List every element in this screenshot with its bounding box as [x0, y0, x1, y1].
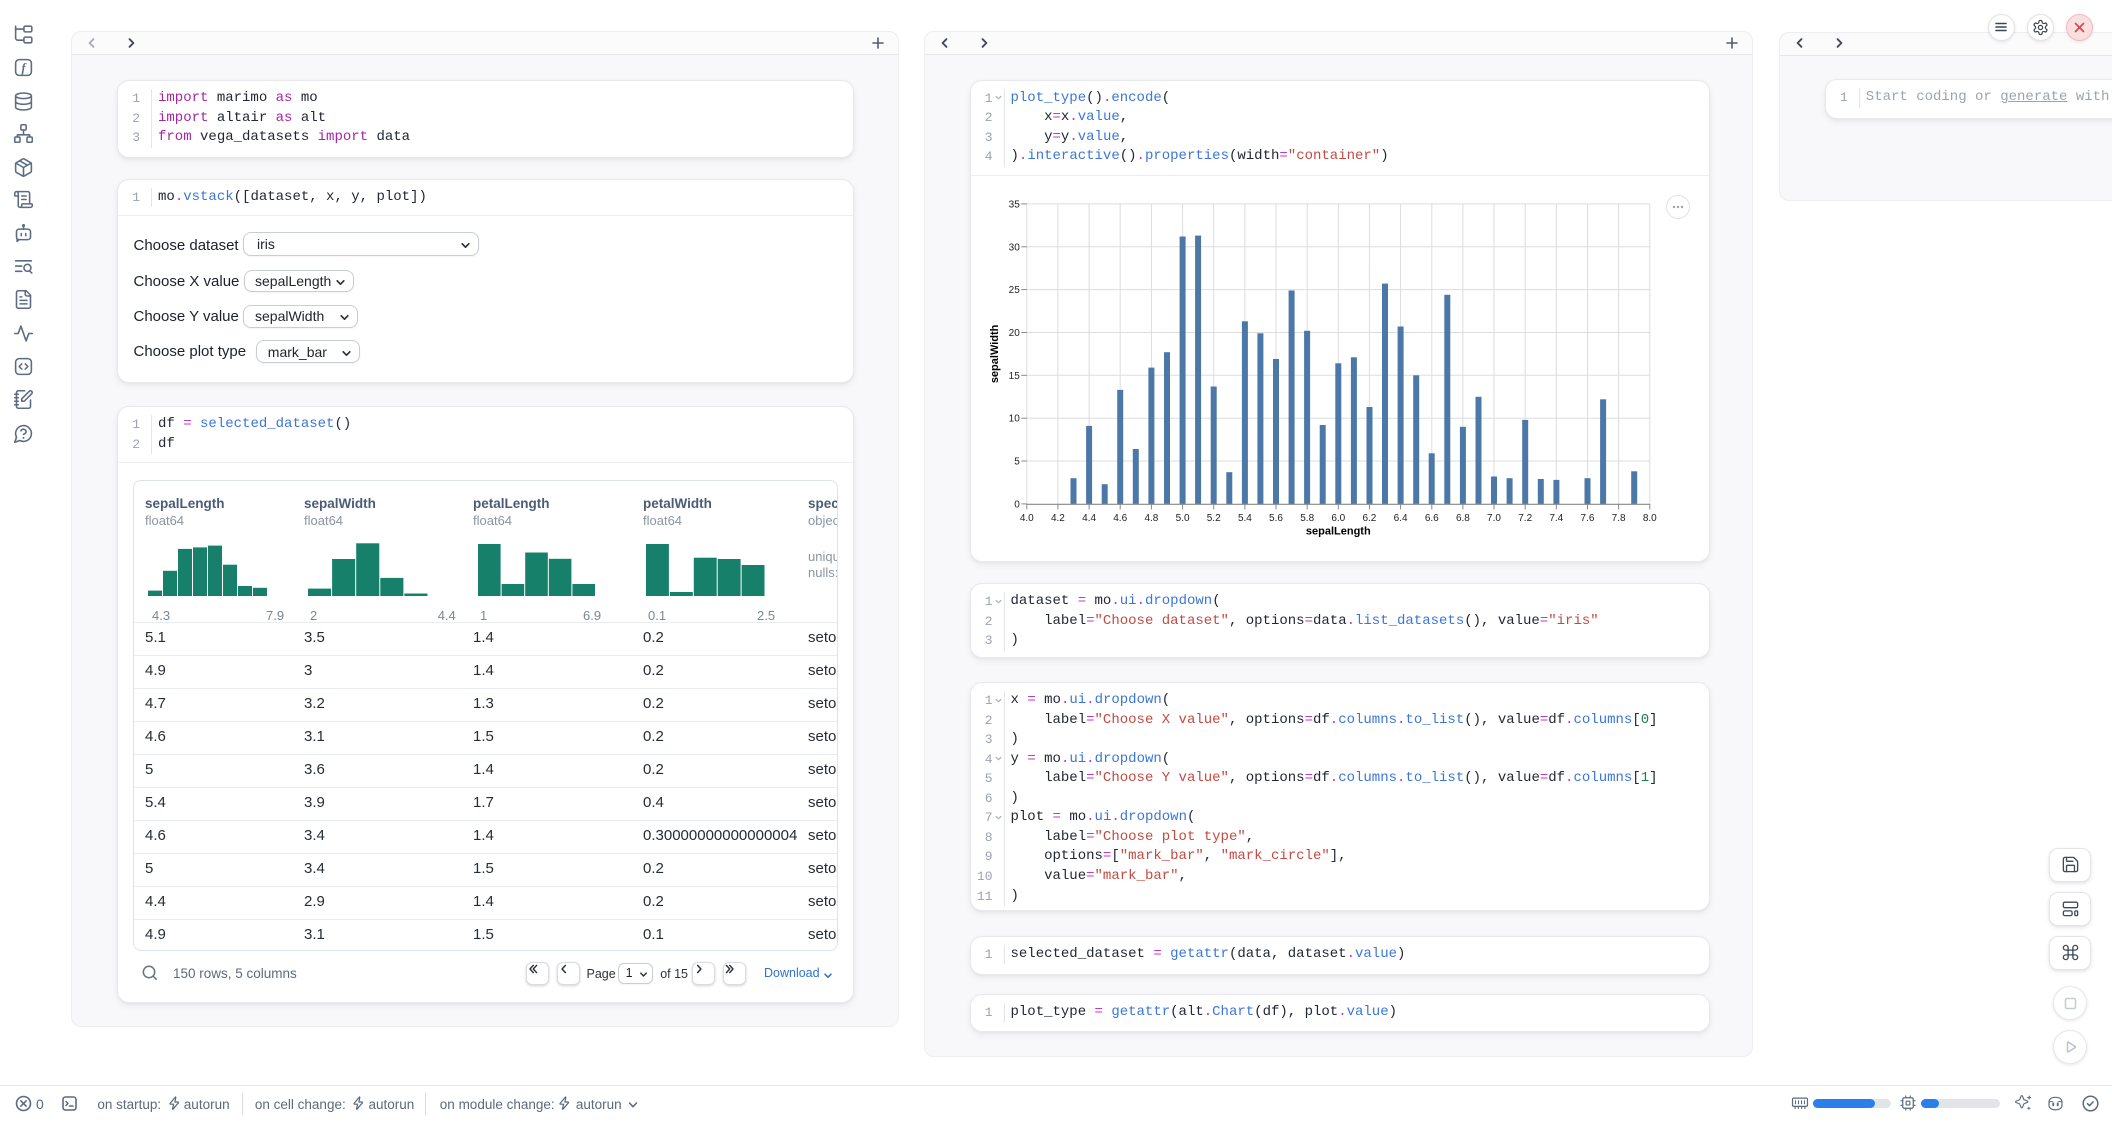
- svg-text:7.2: 7.2: [1518, 513, 1532, 524]
- svg-text:5: 5: [1014, 456, 1020, 467]
- svg-text:6.2: 6.2: [1362, 513, 1376, 524]
- svg-text:15: 15: [1008, 370, 1020, 381]
- svg-text:6.6: 6.6: [1424, 513, 1438, 524]
- svg-text:5.6: 5.6: [1269, 513, 1283, 524]
- svg-text:20: 20: [1008, 328, 1020, 339]
- svg-text:7.8: 7.8: [1611, 513, 1625, 524]
- svg-text:7.4: 7.4: [1549, 513, 1563, 524]
- svg-text:8.0: 8.0: [1642, 513, 1656, 524]
- svg-text:7.0: 7.0: [1487, 513, 1501, 524]
- svg-text:5.0: 5.0: [1175, 513, 1189, 524]
- svg-text:4.6: 4.6: [1113, 513, 1127, 524]
- svg-text:4.2: 4.2: [1050, 513, 1064, 524]
- svg-text:5.4: 5.4: [1237, 513, 1251, 524]
- svg-text:6.0: 6.0: [1331, 513, 1345, 524]
- svg-text:7.6: 7.6: [1580, 513, 1594, 524]
- svg-text:30: 30: [1008, 242, 1020, 253]
- svg-text:10: 10: [1008, 413, 1020, 424]
- svg-text:25: 25: [1008, 285, 1020, 296]
- svg-text:4.4: 4.4: [1082, 513, 1096, 524]
- svg-text:0: 0: [1014, 499, 1020, 510]
- svg-text:5.2: 5.2: [1206, 513, 1220, 524]
- svg-text:6.8: 6.8: [1455, 513, 1469, 524]
- svg-text:6.4: 6.4: [1393, 513, 1407, 524]
- svg-text:sepalWidth: sepalWidth: [989, 324, 1001, 383]
- svg-text:4.8: 4.8: [1144, 513, 1158, 524]
- svg-text:5.8: 5.8: [1300, 513, 1314, 524]
- svg-text:sepalLength: sepalLength: [1305, 525, 1370, 537]
- svg-text:35: 35: [1008, 199, 1020, 210]
- svg-text:4.0: 4.0: [1019, 513, 1033, 524]
- svg-text:f: f: [21, 61, 27, 75]
